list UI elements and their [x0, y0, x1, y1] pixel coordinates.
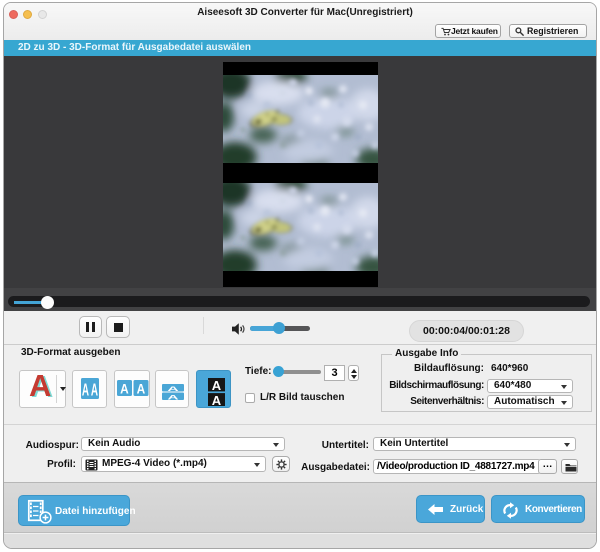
svg-text:A: A — [211, 378, 221, 393]
svg-text:A: A — [137, 381, 146, 396]
svg-text:A: A — [91, 381, 98, 399]
svg-text:A: A — [211, 393, 221, 407]
svg-text:A: A — [82, 381, 89, 399]
svg-text:A: A — [120, 381, 129, 396]
svg-text:A: A — [167, 393, 179, 400]
svg-text:A: A — [167, 385, 179, 393]
